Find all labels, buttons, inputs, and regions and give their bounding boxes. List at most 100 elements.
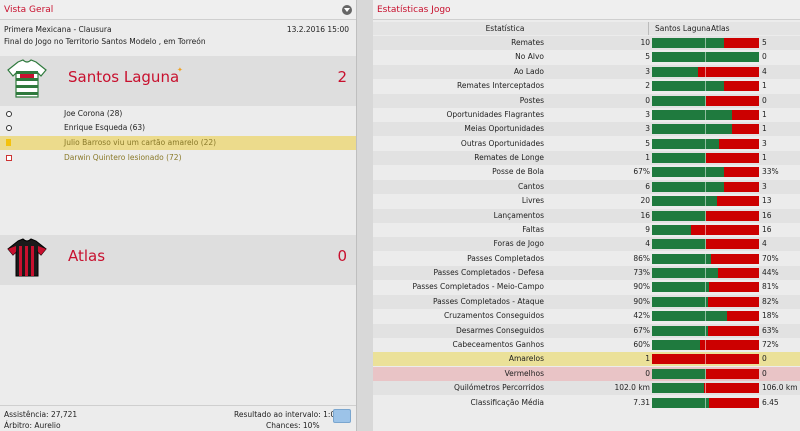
- event-text: Julio Barroso viu um cartão amarelo (22): [64, 138, 217, 147]
- stat-label: Passes Completados: [467, 253, 544, 263]
- stat-label: Posse de Bola: [492, 167, 544, 177]
- stat-away-value: 82%: [762, 296, 779, 306]
- home-share-fill: [652, 167, 724, 178]
- match-datetime: 13.2.2016 15:00: [286, 25, 349, 34]
- stat-row: Passes Completados 86% 70%: [373, 252, 800, 266]
- attendance: Assistência: 27,721: [4, 410, 78, 419]
- stat-home-value: 9: [645, 224, 650, 234]
- stat-row: Passes Completados - Ataque 90% 82%: [373, 294, 800, 309]
- stat-away-value: 72%: [762, 339, 779, 349]
- match-meta: Primera Mexicana - Clausura 13.2.2016 15…: [0, 20, 356, 48]
- stat-comparison-bar: [652, 66, 759, 77]
- stat-row: Cabeceamentos Ganhos 60% 72%: [373, 338, 800, 352]
- stat-row: Livres 20 13: [373, 194, 800, 208]
- home-shirt-icon: [7, 59, 47, 98]
- stat-comparison-bar: [652, 368, 759, 379]
- stat-home-value: 86%: [633, 253, 650, 263]
- stat-label: Livres: [521, 196, 544, 206]
- goal-ball-icon: [6, 125, 12, 131]
- star-icon: ✦: [177, 66, 183, 74]
- stat-label: Amarelos: [508, 354, 544, 364]
- stat-label: Ao Lado: [513, 66, 544, 76]
- home-share-fill: [652, 124, 732, 135]
- stat-label: Remates de Longe: [474, 153, 544, 163]
- stat-comparison-bar: [652, 210, 759, 221]
- stat-row: Posse de Bola 67% 33%: [373, 165, 800, 179]
- home-share-fill: [652, 239, 706, 250]
- panel-menu-icon[interactable]: [342, 5, 352, 15]
- away-shirt-icon: [7, 238, 47, 277]
- stat-comparison-bar: [652, 383, 759, 394]
- event-text: Enrique Esqueda (63): [64, 123, 146, 132]
- stat-comparison-bar: [652, 81, 759, 92]
- stat-label: Classificação Média: [470, 397, 544, 407]
- stat-row: Amarelos 1 0: [373, 352, 800, 367]
- details-button[interactable]: [333, 409, 351, 423]
- stat-home-value: 3: [645, 124, 650, 134]
- overview-title-bar: Vista Geral: [0, 0, 356, 20]
- stat-label: Postes: [519, 95, 544, 105]
- stat-away-value: 44%: [762, 268, 779, 278]
- away-team-name[interactable]: Atlas: [68, 247, 105, 265]
- stat-away-value: 5: [762, 38, 767, 47]
- stat-away-value: 0: [762, 95, 767, 105]
- stat-label: Passes Completados - Ataque: [432, 296, 544, 306]
- stat-row: Outras Oportunidades 5 3: [373, 137, 800, 151]
- stat-label: Passes Completados - Meio-Campo: [412, 282, 544, 292]
- stat-row: Vermelhos 0 0: [373, 366, 800, 381]
- stat-row: Oportunidades Flagrantes 3 1: [373, 108, 800, 122]
- home-team-name[interactable]: Santos Laguna: [68, 68, 179, 86]
- home-share-fill: [652, 311, 727, 322]
- home-share-fill: [652, 397, 709, 408]
- stat-comparison-bar: [652, 325, 759, 336]
- yellow-card-icon: [6, 139, 11, 146]
- home-share-fill: [652, 66, 698, 77]
- stat-row: Meias Oportunidades 3 1: [373, 122, 800, 137]
- col-home-header[interactable]: Santos Laguna: [655, 22, 711, 35]
- event-text: Darwin Quintero lesionado (72): [64, 153, 182, 162]
- stat-row: Passes Completados - Defesa 73% 44%: [373, 266, 800, 281]
- stat-home-value: 20: [640, 196, 650, 206]
- stat-home-value: 6: [645, 181, 650, 191]
- home-team-score: 2: [337, 68, 347, 86]
- home-share-fill: [652, 153, 706, 164]
- stat-comparison-bar: [652, 339, 759, 350]
- stat-home-value: 7.31: [633, 397, 650, 407]
- home-share-fill: [652, 268, 718, 279]
- away-team-score: 0: [337, 247, 347, 265]
- stat-away-value: 70%: [762, 253, 779, 263]
- stat-comparison-bar: [652, 224, 759, 235]
- home-share-fill: [652, 109, 732, 120]
- stat-away-value: 6.45: [762, 397, 779, 407]
- stat-home-value: 102.0 km: [614, 383, 650, 393]
- stat-away-value: 0: [762, 52, 767, 62]
- stats-panel: Estatísticas Jogo Estatística Santos Lag…: [373, 0, 800, 431]
- stat-label: Vermelhos: [504, 368, 544, 378]
- stat-comparison-bar: [652, 109, 759, 120]
- home-share-fill: [652, 196, 717, 207]
- stat-comparison-bar: [652, 268, 759, 279]
- col-away-header[interactable]: Atlas: [711, 22, 730, 35]
- home-share-fill: [652, 296, 708, 307]
- home-share-fill: [652, 224, 691, 235]
- home-share-fill: [652, 38, 724, 48]
- stat-label: Cruzamentos Conseguidos: [443, 311, 544, 321]
- stat-home-value: 5: [645, 138, 650, 148]
- stat-row: Ao Lado 3 4: [373, 64, 800, 79]
- away-team-bar: Atlas 0: [0, 235, 356, 285]
- stat-home-value: 1: [645, 354, 650, 364]
- match-event: Darwin Quintero lesionado (72): [0, 151, 356, 165]
- home-share-fill: [652, 383, 704, 394]
- stat-comparison-bar: [652, 181, 759, 192]
- stat-home-value: 60%: [633, 339, 650, 349]
- stat-label: Passes Completados - Defesa: [433, 268, 544, 278]
- stat-comparison-bar: [652, 196, 759, 207]
- stat-comparison-bar: [652, 153, 759, 164]
- stat-away-value: 106.0 km: [762, 383, 798, 393]
- stat-row: Faltas 9 16: [373, 223, 800, 237]
- stat-row: Remates de Longe 1 1: [373, 151, 800, 166]
- col-stat-header[interactable]: Estatística: [373, 22, 637, 35]
- home-share-fill: [652, 253, 711, 264]
- stat-row: Remates Interceptados 2 1: [373, 79, 800, 93]
- stat-away-value: 81%: [762, 282, 779, 292]
